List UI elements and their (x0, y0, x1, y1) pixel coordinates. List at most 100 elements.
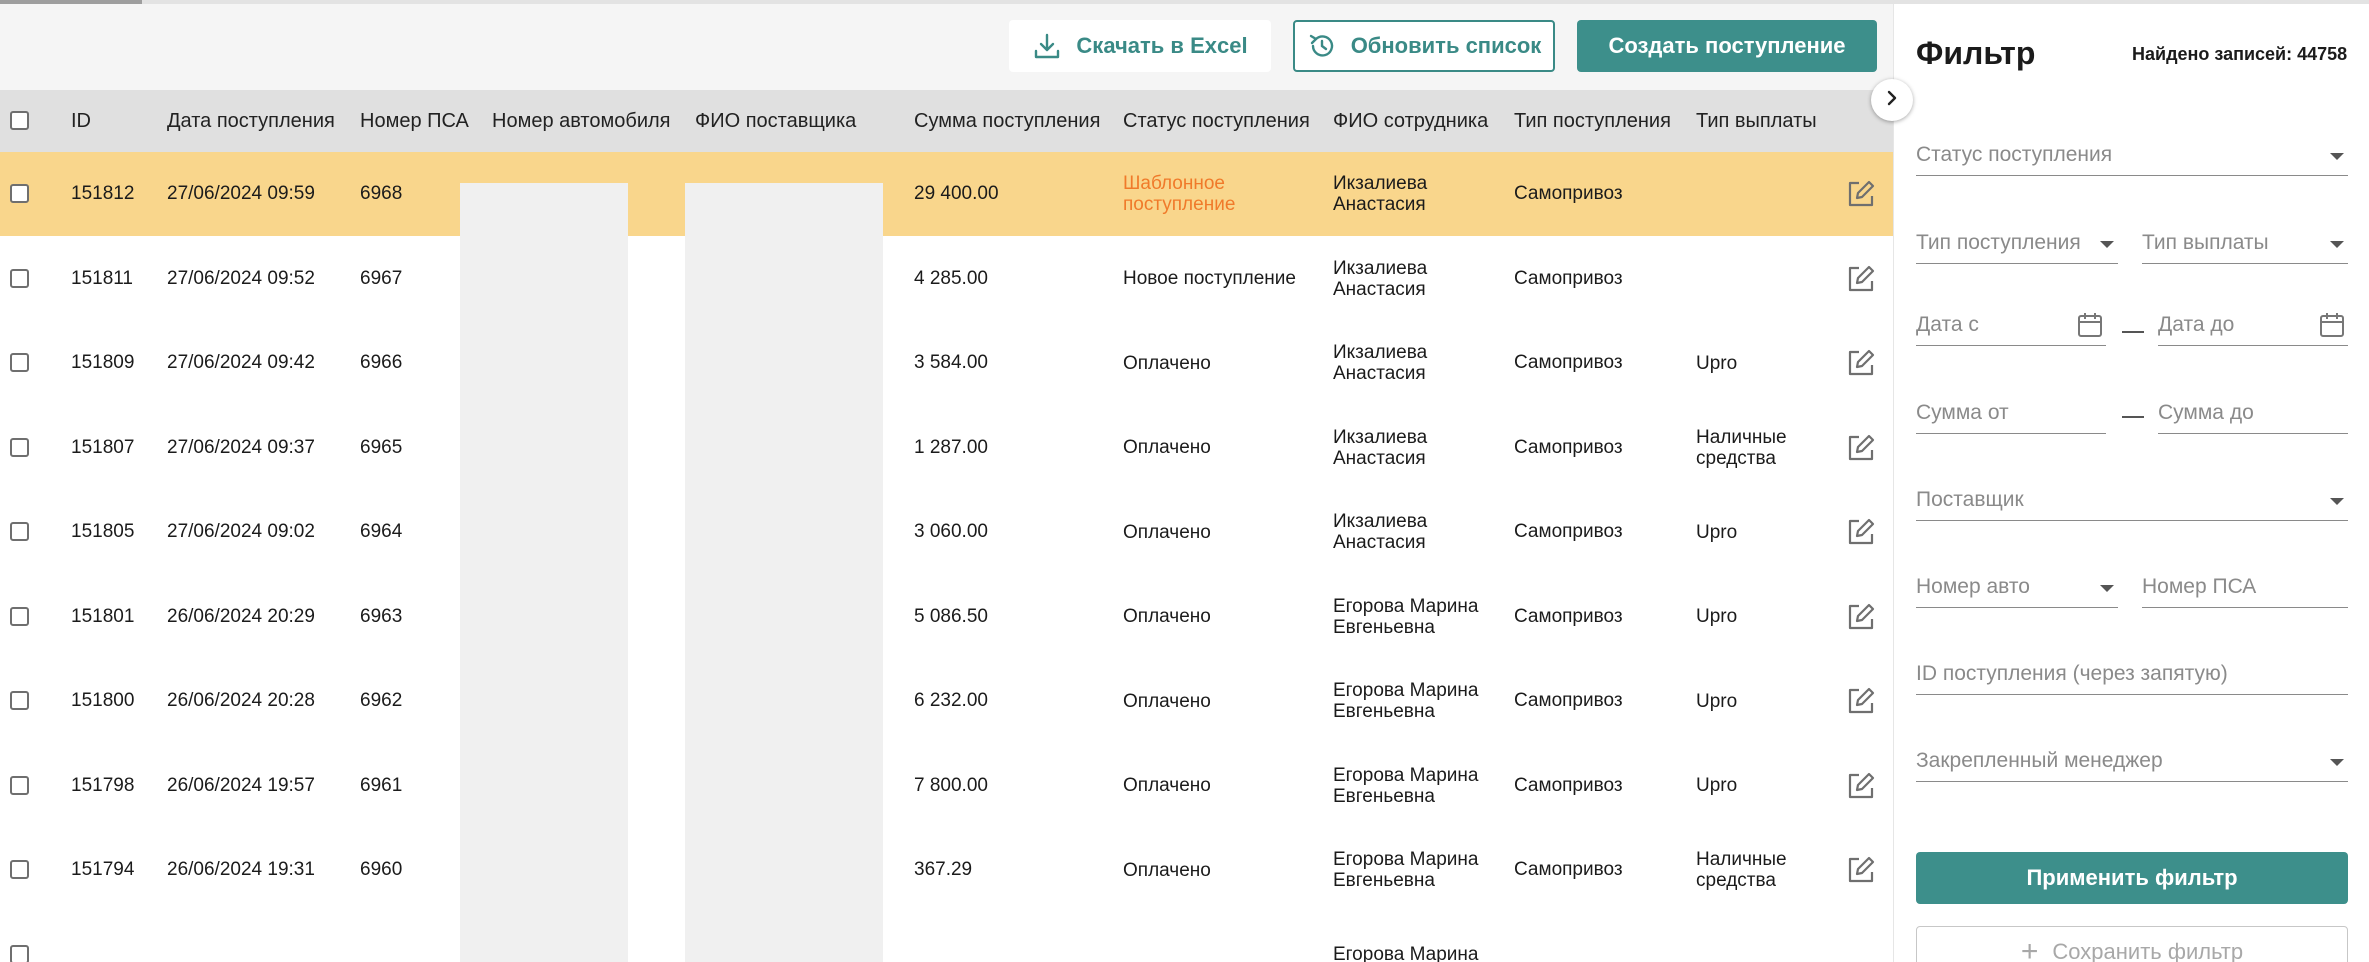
column-header-sum[interactable]: Сумма поступления (914, 90, 1100, 152)
cell-sum: 29 400.00 (914, 183, 999, 204)
cell-employee: Икзалиева Анастасия (1333, 173, 1428, 215)
column-header-payout[interactable]: Тип выплаты (1696, 90, 1817, 152)
date-from-label: Дата с (1916, 313, 1979, 336)
edit-icon[interactable] (1845, 432, 1877, 464)
edit-icon[interactable] (1845, 516, 1877, 548)
cell-status: Оплачено (1123, 522, 1211, 543)
save-filter-button[interactable]: + Сохранить фильтр (1916, 926, 2348, 962)
sum-to-label: Сумма до (2158, 401, 2254, 424)
supplier-select[interactable]: Поставщик (1916, 481, 2348, 521)
row-checkbox[interactable] (10, 268, 29, 288)
date-from-field[interactable]: Дата с (1916, 306, 2106, 346)
apply-filter-button[interactable]: Применить фильтр (1916, 852, 2348, 904)
row-checkbox[interactable] (10, 775, 29, 795)
table-row[interactable]: 151800 26/06/2024 20:28 6962 6 232.00 Оплаче… (0, 659, 1893, 743)
table-row[interactable]: 151801 26/06/2024 20:29 6963 5 086.50 Оплаче… (0, 574, 1893, 659)
edit-icon[interactable] (1845, 347, 1877, 379)
status-select[interactable]: Статус поступления (1916, 136, 2348, 176)
cell-id: 151798 (71, 775, 135, 796)
cell-employee: Икзалиева Анастасия (1333, 258, 1428, 300)
create-receipt-button[interactable]: Создать поступление (1577, 20, 1877, 72)
download-excel-label: Скачать в Excel (1076, 33, 1248, 58)
receipt-ids-field[interactable]: ID поступления (через запятую) (1916, 655, 2348, 695)
cell-type: Самопривоз (1514, 521, 1623, 542)
calendar-icon[interactable] (2318, 311, 2346, 339)
date-to-field[interactable]: Дата до (2158, 306, 2348, 346)
receipt-ids-label: ID поступления (через запятую) (1916, 662, 2228, 685)
row-checkbox[interactable] (10, 437, 29, 457)
table-row[interactable]: 151798 26/06/2024 19:57 6961 7 800.00 Оплаче… (0, 743, 1893, 828)
edit-icon[interactable] (1845, 263, 1877, 295)
download-excel-button[interactable]: Скачать в Excel (1009, 20, 1271, 72)
column-header-supplier[interactable]: ФИО поставщика (695, 90, 856, 152)
edit-icon[interactable] (1845, 685, 1877, 717)
edit-icon[interactable] (1845, 854, 1877, 886)
cell-psa: 6961 (360, 775, 403, 796)
save-filter-label: Сохранить фильтр (2052, 939, 2244, 962)
table-row[interactable]: 151807 27/06/2024 09:37 6965 1 287.00 Оплаче… (0, 405, 1893, 490)
car-number-label: Номер авто (1916, 575, 2030, 598)
cell-status: Оплачено (1123, 606, 1211, 627)
sum-to-field[interactable]: Сумма до (2158, 394, 2348, 434)
column-header-employee[interactable]: ФИО сотрудника (1333, 90, 1488, 152)
column-header-status[interactable]: Статус поступления (1123, 90, 1310, 152)
select-all-checkbox[interactable] (10, 111, 29, 130)
redacted-supplier-names (685, 183, 883, 962)
cell-status: Оплачено (1123, 353, 1211, 374)
cell-date: 26/06/2024 20:29 (167, 606, 315, 627)
column-header-psa[interactable]: Номер ПСА (360, 90, 469, 152)
dropdown-arrow-icon (2330, 241, 2344, 248)
column-header-car[interactable]: Номер автомобиля (492, 90, 671, 152)
edit-icon[interactable] (1845, 178, 1877, 210)
dropdown-arrow-icon (2330, 153, 2344, 160)
refresh-history-icon (1307, 31, 1337, 61)
cell-payout: Upro (1696, 522, 1738, 543)
table-row[interactable]: 151809 27/06/2024 09:42 6966 3 584.00 Оплаче… (0, 321, 1893, 405)
app-root: Скачать в Excel Обновить список Создать … (0, 0, 2369, 962)
table-header: ID Дата поступления Номер ПСА Номер авто… (0, 90, 1893, 152)
cell-date: 26/06/2024 19:31 (167, 859, 315, 880)
cell-employee: Икзалиева Анастасия (1333, 342, 1428, 384)
table-row[interactable]: 151805 27/06/2024 09:02 6964 3 060.00 Оплаче… (0, 490, 1893, 574)
table-row[interactable]: 151811 27/06/2024 09:52 6967 4 285.00 Новое … (0, 236, 1893, 321)
cell-sum: 5 086.50 (914, 606, 988, 627)
cell-type: Самопривоз (1514, 606, 1623, 627)
row-checkbox[interactable] (10, 606, 29, 626)
column-header-date[interactable]: Дата поступления (167, 90, 335, 152)
edit-icon[interactable] (1845, 770, 1877, 802)
column-header-id[interactable]: ID (71, 90, 91, 152)
plus-icon: + (2020, 935, 2039, 962)
cell-type: Самопривоз (1514, 437, 1623, 458)
refresh-list-button[interactable]: Обновить список (1293, 20, 1555, 72)
column-header-type[interactable]: Тип поступления (1514, 90, 1671, 152)
sum-from-field[interactable]: Сумма от (1916, 394, 2106, 434)
cell-status: Шаблонное поступление (1123, 173, 1236, 215)
manager-select[interactable]: Закрепленный менеджер (1916, 742, 2348, 782)
cell-sum: 7 800.00 (914, 775, 988, 796)
cell-psa: 6965 (360, 437, 403, 458)
calendar-icon[interactable] (2076, 311, 2104, 339)
date-range-dash (2122, 331, 2144, 333)
table-row[interactable]: 151794 26/06/2024 19:31 6960 367.29 Оплачено… (0, 828, 1893, 912)
sum-from-label: Сумма от (1916, 401, 2009, 424)
row-checkbox[interactable] (10, 691, 29, 710)
refresh-list-label: Обновить список (1350, 33, 1542, 58)
cell-type: Самопривоз (1514, 859, 1623, 880)
table-row[interactable]: 15181227/06/2024 09:596968Копосов Бекбол… (0, 152, 1893, 236)
row-checkbox[interactable] (10, 184, 29, 203)
row-checkbox[interactable] (10, 860, 29, 879)
row-checkbox[interactable] (10, 522, 29, 541)
main-area: Скачать в Excel Обновить список Создать … (0, 0, 1893, 962)
cell-id: 151794 (71, 859, 135, 880)
filter-title: Фильтр (1916, 35, 2036, 71)
edit-icon[interactable] (1845, 601, 1877, 633)
collapse-filter-button[interactable] (1871, 79, 1913, 121)
payout-type-select[interactable]: Тип выплаты (2142, 224, 2348, 264)
psa-number-field[interactable]: Номер ПСА (2142, 568, 2348, 608)
table-row[interactable]: Егорова Марина (0, 912, 1893, 962)
car-number-select[interactable]: Номер авто (1916, 568, 2118, 608)
cell-sum: 3 060.00 (914, 521, 988, 542)
row-checkbox[interactable] (10, 944, 29, 962)
receipt-type-select[interactable]: Тип поступления (1916, 224, 2118, 264)
row-checkbox[interactable] (10, 353, 29, 372)
